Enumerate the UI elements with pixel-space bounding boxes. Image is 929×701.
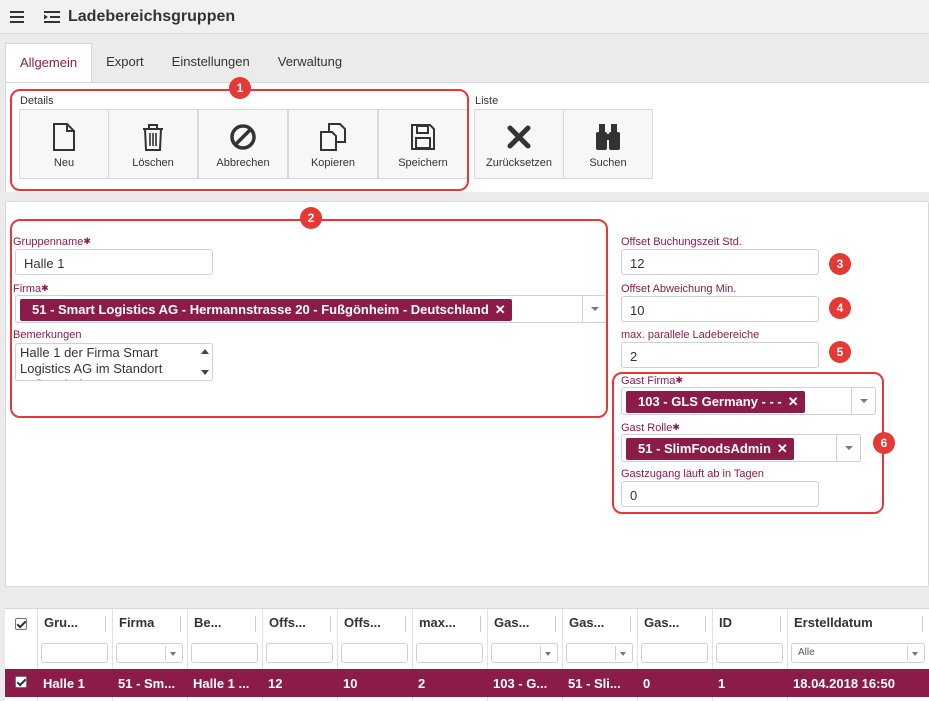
grid-filter-input[interactable] (416, 643, 483, 663)
callout-badge-6: 6 (873, 432, 895, 454)
grid-cell: 1 (718, 676, 726, 691)
grid-cell: Halle 1 (43, 676, 85, 691)
filter-alle-text: Alle (798, 647, 815, 658)
grid-filter-input[interactable] (341, 643, 408, 663)
grid-filter-dropdown[interactable] (116, 643, 183, 663)
callout-box-2 (10, 219, 608, 418)
offset-buchungszeit-label: Offset Buchungszeit Std. (621, 236, 742, 248)
grid-header[interactable]: Firma (119, 615, 154, 630)
grid-header[interactable]: Be... (194, 615, 221, 630)
reset-x-icon (507, 125, 531, 149)
liste-group-label: Liste (475, 95, 499, 107)
binoculars-icon (596, 124, 620, 150)
grid-header[interactable]: Gas... (644, 615, 679, 630)
grid-filter-input[interactable] (716, 643, 783, 663)
grid-cell: 10 (343, 676, 358, 691)
grid-header[interactable]: Gas... (494, 615, 529, 630)
grid-filter-input[interactable] (266, 643, 333, 663)
grid-header[interactable]: Erstelldatum (794, 615, 873, 630)
grid-header[interactable]: Offs... (269, 615, 306, 630)
callout-badge-1: 1 (229, 77, 251, 99)
tab-verwaltung[interactable]: Verwaltung (264, 43, 356, 82)
grid-filter-dropdown[interactable] (491, 643, 558, 663)
suchen-label: Suchen (589, 157, 627, 169)
page-title: Ladebereichsgruppen (68, 8, 236, 25)
zuruecksetzen-button[interactable]: Zurücksetzen (474, 109, 564, 179)
grid-filter-dropdown[interactable]: Alle (791, 643, 925, 663)
tab-export[interactable]: Export (92, 43, 158, 82)
max-parallele-label: max. parallele Ladebereiche (621, 329, 760, 341)
tab-bar: Allgemein Export Einstellungen Verwaltun… (5, 43, 356, 83)
grid-header[interactable]: ID (719, 615, 732, 630)
grid-filter-input[interactable] (641, 643, 708, 663)
grid-header[interactable]: Offs... (344, 615, 381, 630)
callout-badge-3: 3 (829, 253, 851, 275)
grid-cell: 51 - Sm... (118, 676, 176, 691)
tab-einstellungen[interactable]: Einstellungen (158, 43, 264, 82)
grid-cell: 103 - G... (493, 676, 548, 691)
callout-box-1 (10, 89, 469, 191)
callout-badge-4: 4 (829, 297, 851, 319)
grid-filter-dropdown[interactable] (566, 643, 633, 663)
grid-header[interactable]: max... (419, 615, 456, 630)
row-checkbox[interactable] (15, 676, 27, 688)
select-all-checkbox[interactable] (15, 618, 27, 630)
grid-cell: 0 (643, 676, 651, 691)
hamburger-menu-icon[interactable] (10, 11, 24, 23)
grid-cell: 18.04.2018 16:50 (793, 676, 895, 691)
max-parallele-input[interactable]: 2 (621, 342, 819, 368)
offset-buchungszeit-input[interactable]: 12 (621, 249, 819, 275)
data-grid: Gru... Firma Be... Offs... Offs... max..… (5, 608, 929, 701)
list-indent-icon (44, 11, 60, 23)
offset-abweichung-label: Offset Abweichung Min. (621, 283, 737, 295)
grid-filter-input[interactable] (41, 643, 108, 663)
callout-badge-2: 2 (300, 207, 322, 229)
grid-header[interactable]: Gas... (569, 615, 604, 630)
grid-cell: Halle 1 ... (193, 676, 250, 691)
grid-cell: 12 (268, 676, 283, 691)
callout-badge-5: 5 (829, 341, 851, 363)
zuruecksetzen-label: Zurücksetzen (485, 157, 553, 169)
grid-header[interactable]: Gru... (44, 615, 78, 630)
offset-abweichung-input[interactable]: 10 (621, 296, 819, 322)
suchen-button[interactable]: Suchen (563, 109, 653, 179)
tab-allgemein[interactable]: Allgemein (5, 43, 93, 83)
grid-filter-input[interactable] (191, 643, 258, 663)
grid-cell: 51 - Sli... (568, 676, 621, 691)
grid-cell: 2 (418, 676, 426, 691)
app-header: Ladebereichsgruppen (0, 0, 929, 34)
callout-box-6 (612, 372, 884, 514)
